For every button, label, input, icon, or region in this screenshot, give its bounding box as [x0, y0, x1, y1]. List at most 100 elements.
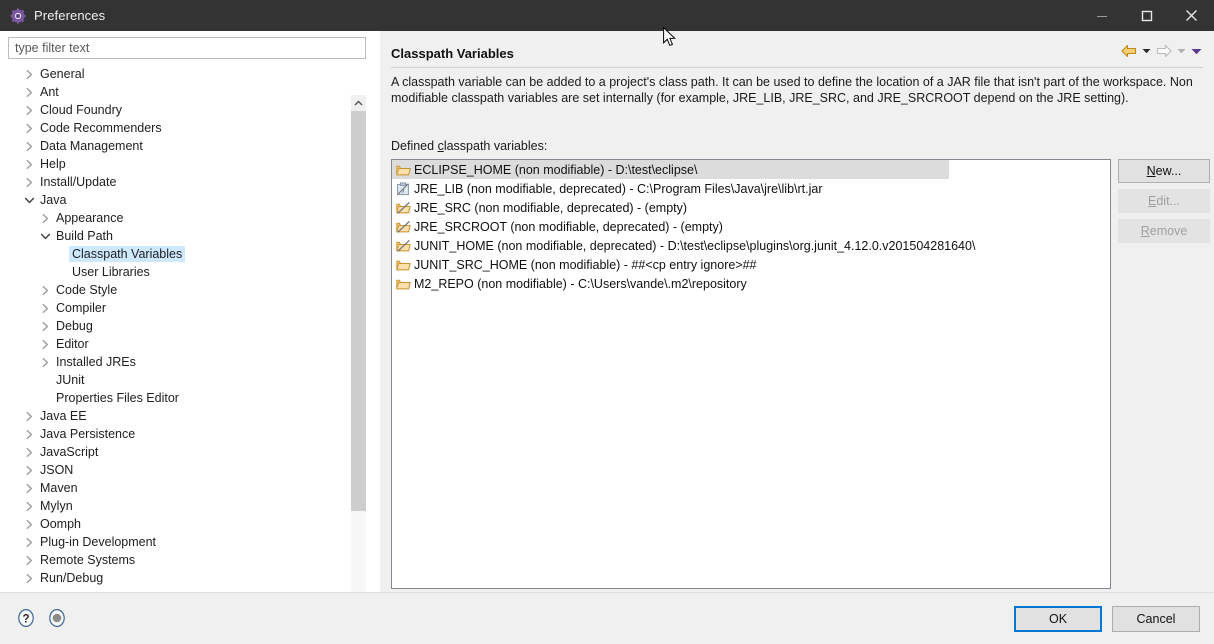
scroll-up-icon[interactable] — [351, 95, 366, 111]
chevron-right-icon[interactable] — [21, 497, 37, 515]
page-menu-dropdown-icon[interactable] — [1190, 41, 1203, 61]
chevron-right-icon[interactable] — [21, 119, 37, 137]
chevron-right-icon[interactable] — [21, 515, 37, 533]
chevron-right-icon[interactable] — [21, 407, 37, 425]
classpath-variables-list[interactable]: ECLIPSE_HOME (non modifiable) - D:\test\… — [391, 159, 1111, 589]
classpath-variable-row[interactable]: JRE_SRCROOT (non modifiable, deprecated)… — [392, 217, 1110, 236]
chevron-right-icon[interactable] — [21, 173, 37, 191]
footer-button-group: OK Cancel — [1014, 606, 1200, 632]
sidebar-item-label: Debug — [56, 319, 93, 333]
chevron-right-icon[interactable] — [21, 533, 37, 551]
chevron-right-icon[interactable] — [21, 83, 37, 101]
classpath-variable-text: M2_REPO (non modifiable) - C:\Users\vand… — [414, 276, 747, 291]
close-icon[interactable] — [1169, 0, 1214, 31]
chevron-right-icon[interactable] — [21, 65, 37, 83]
back-arrow-icon[interactable] — [1120, 41, 1138, 61]
sidebar-item-junit[interactable]: JUnit — [9, 371, 349, 389]
folder-deprecated-icon — [395, 219, 411, 235]
classpath-variable-row[interactable]: J JRE_LIB (non modifiable, deprecated) - … — [392, 179, 1110, 198]
sidebar-item-label: Compiler — [56, 301, 107, 315]
sidebar-item-java[interactable]: Java — [9, 191, 349, 209]
sidebar-item-plug-in-development[interactable]: Plug-in Development — [9, 533, 349, 551]
sidebar-item-ant[interactable]: Ant — [9, 83, 349, 101]
filter-input[interactable] — [8, 37, 366, 59]
chevron-right-icon[interactable] — [21, 101, 37, 119]
chevron-right-icon[interactable] — [21, 155, 37, 173]
sidebar-item-java-ee[interactable]: Java EE — [9, 407, 349, 425]
cancel-button[interactable]: Cancel — [1112, 606, 1200, 632]
chevron-right-icon[interactable] — [37, 335, 53, 353]
chevron-right-icon[interactable] — [21, 569, 37, 586]
chevron-right-icon[interactable] — [37, 317, 53, 335]
sidebar-item-properties-files-editor[interactable]: Properties Files Editor — [9, 389, 349, 407]
classpath-variable-text: JRE_SRCROOT (non modifiable, deprecated)… — [414, 219, 723, 234]
sidebar-item-user-libraries[interactable]: User Libraries — [9, 263, 349, 281]
chevron-right-icon[interactable] — [21, 137, 37, 155]
chevron-right-icon[interactable] — [37, 353, 53, 371]
sidebar-item-data-management[interactable]: Data Management — [9, 137, 349, 155]
sidebar-item-label: Code Style — [56, 283, 118, 297]
sidebar-item-install-update[interactable]: Install/Update — [9, 173, 349, 191]
new-button[interactable]: New... — [1118, 159, 1210, 183]
chevron-right-icon[interactable] — [21, 461, 37, 479]
chevron-right-icon[interactable] — [21, 479, 37, 497]
preferences-tree[interactable]: General Ant Cloud Foundry Code Recommenders… — [8, 64, 365, 587]
folder-deprecated-icon — [395, 238, 411, 254]
apply-circle-icon[interactable] — [46, 607, 68, 629]
sidebar-item-json[interactable]: JSON — [9, 461, 349, 479]
page-description: A classpath variable can be added to a p… — [391, 75, 1193, 105]
sidebar-item-javascript[interactable]: JavaScript — [9, 443, 349, 461]
scrollbar-track[interactable] — [351, 111, 366, 598]
ok-button[interactable]: OK — [1014, 606, 1102, 632]
chevron-right-icon[interactable] — [21, 425, 37, 443]
chevron-down-icon[interactable] — [37, 227, 53, 245]
folder-icon — [395, 162, 411, 178]
chevron-right-icon[interactable] — [37, 209, 53, 227]
chevron-right-icon[interactable] — [21, 443, 37, 461]
sidebar-item-build-path[interactable]: Build Path — [9, 227, 349, 245]
sidebar-item-remote-systems[interactable]: Remote Systems — [9, 551, 349, 569]
sidebar-item-classpath-variables[interactable]: Classpath Variables — [9, 245, 349, 263]
sidebar-item-run-debug[interactable]: Run/Debug — [9, 569, 349, 586]
scrollbar-thumb[interactable] — [351, 111, 366, 511]
sidebar-item-installed-jres[interactable]: Installed JREs — [9, 353, 349, 371]
maximize-icon[interactable] — [1124, 0, 1169, 31]
chevron-down-icon[interactable] — [21, 191, 37, 209]
remove-button-mnemonic: R — [1140, 224, 1150, 238]
tree-vertical-scrollbar[interactable] — [350, 95, 366, 614]
classpath-variable-row[interactable]: JUNIT_HOME (non modifiable, deprecated) … — [392, 236, 1110, 255]
chevron-right-icon[interactable] — [21, 551, 37, 569]
preferences-tree-pane: General Ant Cloud Foundry Code Recommenders… — [0, 31, 378, 614]
sidebar-item-general[interactable]: General — [9, 65, 349, 83]
sidebar-item-label: Build Path — [56, 229, 113, 243]
sidebar-item-help[interactable]: Help — [9, 155, 349, 173]
sidebar-item-code-recommenders[interactable]: Code Recommenders — [9, 119, 349, 137]
sidebar-item-debug[interactable]: Debug — [9, 317, 349, 335]
forward-arrow-icon — [1155, 41, 1173, 61]
classpath-variable-row[interactable]: ECLIPSE_HOME (non modifiable) - D:\test\… — [392, 160, 949, 179]
help-question-icon[interactable]: ? — [15, 607, 37, 629]
sidebar-item-cloud-foundry[interactable]: Cloud Foundry — [9, 101, 349, 119]
sidebar-item-oomph[interactable]: Oomph — [9, 515, 349, 533]
classpath-variable-row[interactable]: JUNIT_SRC_HOME (non modifiable) - ##<cp … — [392, 255, 1110, 274]
sidebar-item-compiler[interactable]: Compiler — [9, 299, 349, 317]
sidebar-item-label: JSON — [40, 463, 74, 477]
window-controls — [1079, 0, 1214, 31]
sidebar-item-label: Maven — [40, 481, 78, 495]
chevron-right-icon[interactable] — [37, 281, 53, 299]
classpath-variable-row[interactable]: JRE_SRC (non modifiable, deprecated) - (… — [392, 198, 1110, 217]
sidebar-item-label: Appearance — [56, 211, 124, 225]
minimize-icon[interactable] — [1079, 0, 1124, 31]
sidebar-item-editor[interactable]: Editor — [9, 335, 349, 353]
sidebar-item-appearance[interactable]: Appearance — [9, 209, 349, 227]
sidebar-item-maven[interactable]: Maven — [9, 479, 349, 497]
eclipse-preferences-icon — [10, 7, 26, 24]
sidebar-item-java-persistence[interactable]: Java Persistence — [9, 425, 349, 443]
sidebar-item-mylyn[interactable]: Mylyn — [9, 497, 349, 515]
sidebar-item-label: Plug-in Development — [40, 535, 157, 549]
chevron-right-icon[interactable] — [37, 299, 53, 317]
sidebar-item-code-style[interactable]: Code Style — [9, 281, 349, 299]
classpath-variable-row[interactable]: M2_REPO (non modifiable) - C:\Users\vand… — [392, 274, 1110, 293]
back-dropdown-icon[interactable] — [1140, 41, 1153, 61]
